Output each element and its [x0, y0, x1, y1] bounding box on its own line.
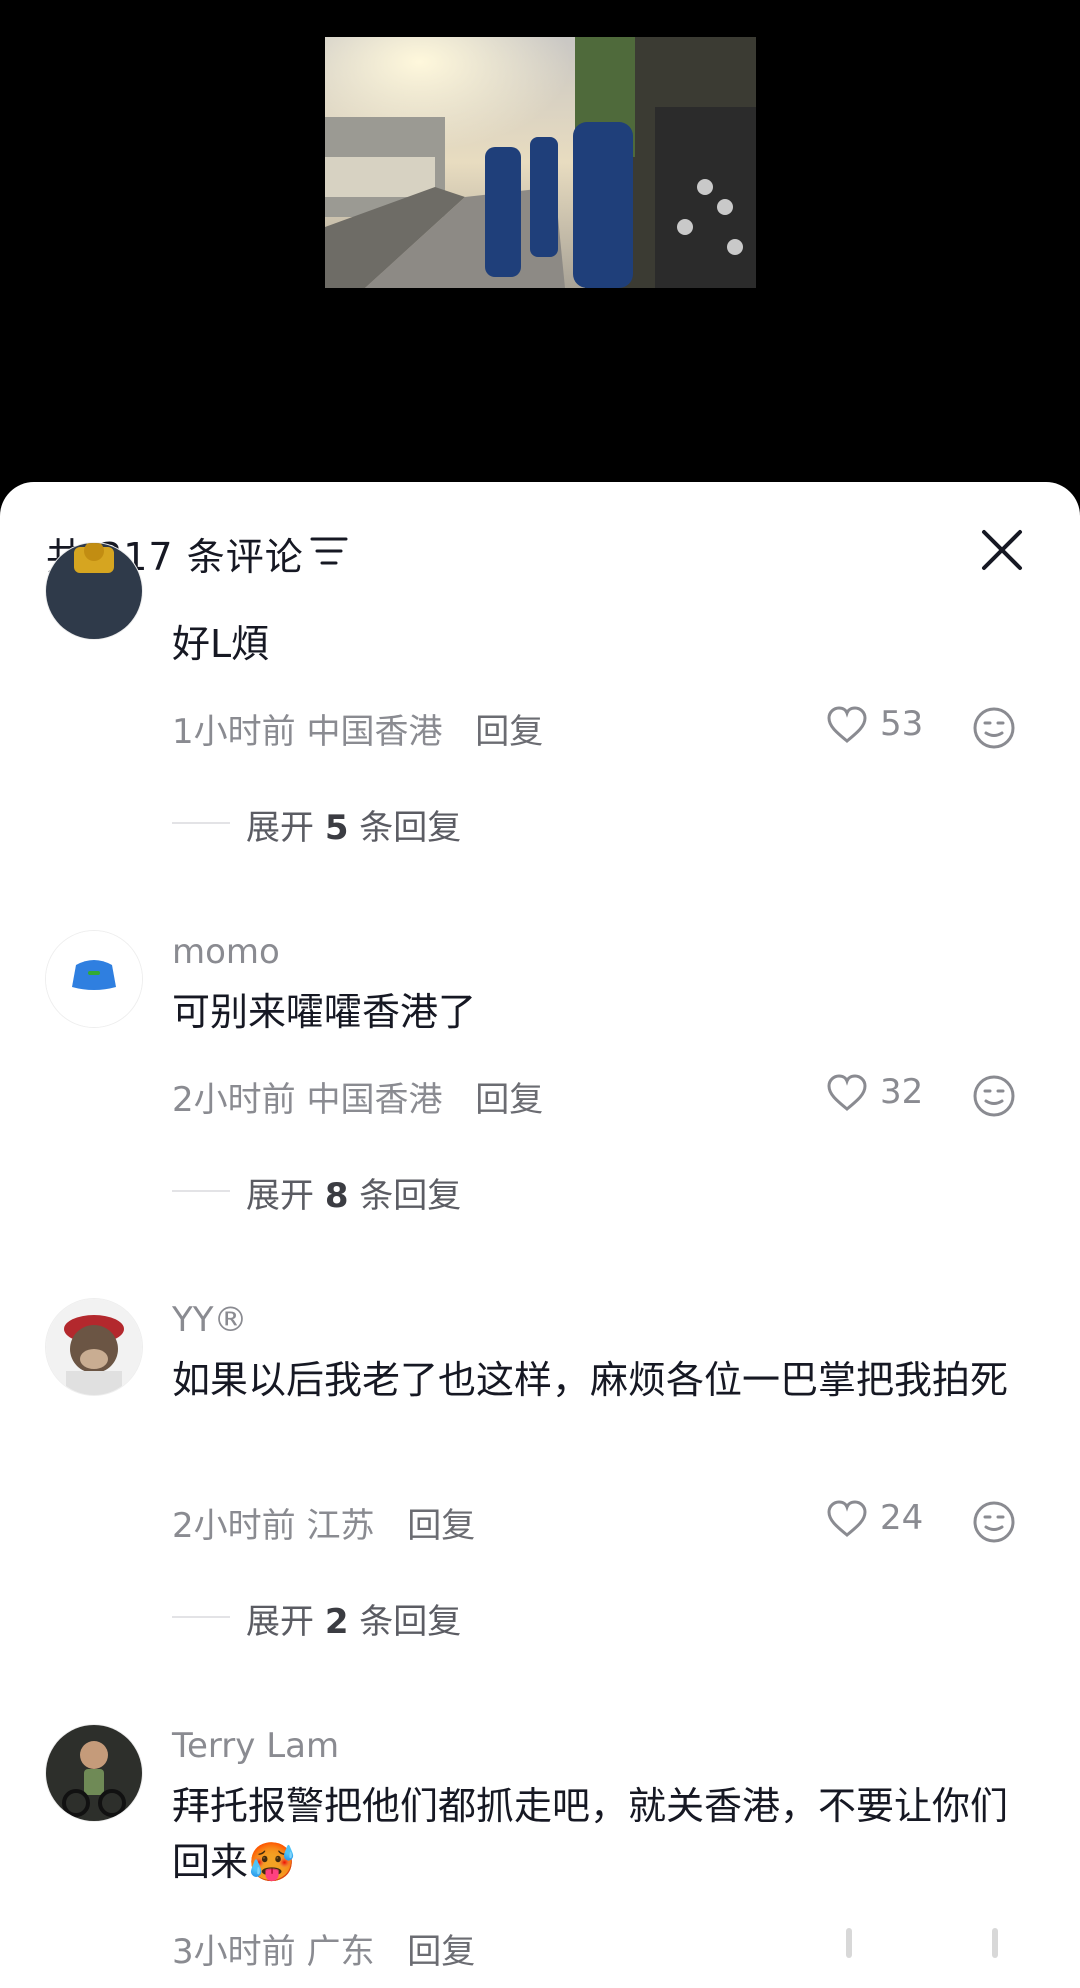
comment-text: 好L煩 — [172, 622, 270, 666]
expand-suffix: 条回复 — [359, 808, 462, 848]
emoji-reaction-icon[interactable] — [972, 706, 1016, 750]
expand-label: 展开 — [246, 1602, 314, 1642]
comment-meta: 2小时前 中国香港 回复 — [172, 1072, 543, 1121]
avatar[interactable] — [45, 1298, 143, 1396]
scroll-indicator — [846, 1928, 998, 1958]
avatar[interactable] — [45, 930, 143, 1028]
comment-username[interactable]: momo — [172, 932, 280, 972]
avatar[interactable] — [45, 542, 143, 640]
like-count: 32 — [880, 1072, 924, 1112]
reply-button[interactable]: 回复 — [407, 1932, 475, 1972]
heart-icon — [827, 706, 867, 743]
divider — [172, 1190, 230, 1192]
comment-time: 2小时前 — [172, 1506, 296, 1546]
comment-time: 3小时前 — [172, 1932, 296, 1972]
comment-location: 广东 — [306, 1932, 375, 1972]
like-count: 53 — [880, 704, 924, 744]
comment-location: 中国香港 — [306, 1080, 443, 1120]
comment-username[interactable]: YY® — [172, 1300, 248, 1340]
sheet-header: 共 317 条评论 — [0, 482, 1080, 592]
expand-count: 8 — [324, 1176, 349, 1216]
like-button[interactable]: 24 — [826, 1496, 936, 1544]
comment-text: 拜托报警把他们都抓走吧，就关香港，不要让你们回来🥵 — [172, 1784, 1009, 1884]
expand-suffix: 条回复 — [359, 1602, 462, 1642]
comment-location: 中国香港 — [306, 712, 443, 752]
comment-time: 1小时前 — [172, 712, 296, 752]
comment-time: 2小时前 — [172, 1080, 296, 1120]
comment-meta: 2小时前 江苏 回复 — [172, 1498, 475, 1547]
comment-username[interactable]: Terry Lam — [172, 1726, 339, 1766]
reply-button[interactable]: 回复 — [475, 712, 543, 752]
comment-meta: 3小时前 广东 回复 — [172, 1924, 475, 1973]
expand-count: 2 — [324, 1602, 349, 1642]
video-area[interactable] — [0, 0, 1080, 500]
heart-icon — [827, 1500, 867, 1537]
close-icon[interactable] — [978, 526, 1026, 574]
comment-text: 如果以后我老了也这样，麻烦各位一巴掌把我拍死 — [172, 1358, 1009, 1402]
avatar[interactable] — [45, 1724, 143, 1822]
reply-button[interactable]: 回复 — [475, 1080, 543, 1120]
sort-icon[interactable] — [310, 534, 350, 568]
emoji-reaction-icon[interactable] — [972, 1074, 1016, 1118]
comment-meta: 1小时前 中国香港 回复 — [172, 704, 543, 753]
like-button[interactable]: 53 — [826, 702, 936, 750]
heart-icon — [827, 1074, 867, 1111]
like-count: 24 — [880, 1498, 924, 1538]
video-thumbnail[interactable] — [325, 37, 756, 288]
expand-count: 5 — [324, 808, 349, 848]
divider — [172, 1616, 230, 1618]
divider — [172, 822, 230, 824]
comment-sheet: 共 317 条评论 好L煩 1小时前 中国香港 回复 53 展开 5 条回复 m… — [0, 482, 1080, 1988]
comment-text: 可别来嚯嚯香港了 — [172, 990, 477, 1034]
comment-location: 江苏 — [306, 1506, 375, 1546]
expand-label: 展开 — [246, 1176, 314, 1216]
reply-button[interactable]: 回复 — [407, 1506, 475, 1546]
expand-suffix: 条回复 — [359, 1176, 462, 1216]
expand-label: 展开 — [246, 808, 314, 848]
emoji-reaction-icon[interactable] — [972, 1500, 1016, 1544]
like-button[interactable]: 32 — [826, 1070, 936, 1118]
